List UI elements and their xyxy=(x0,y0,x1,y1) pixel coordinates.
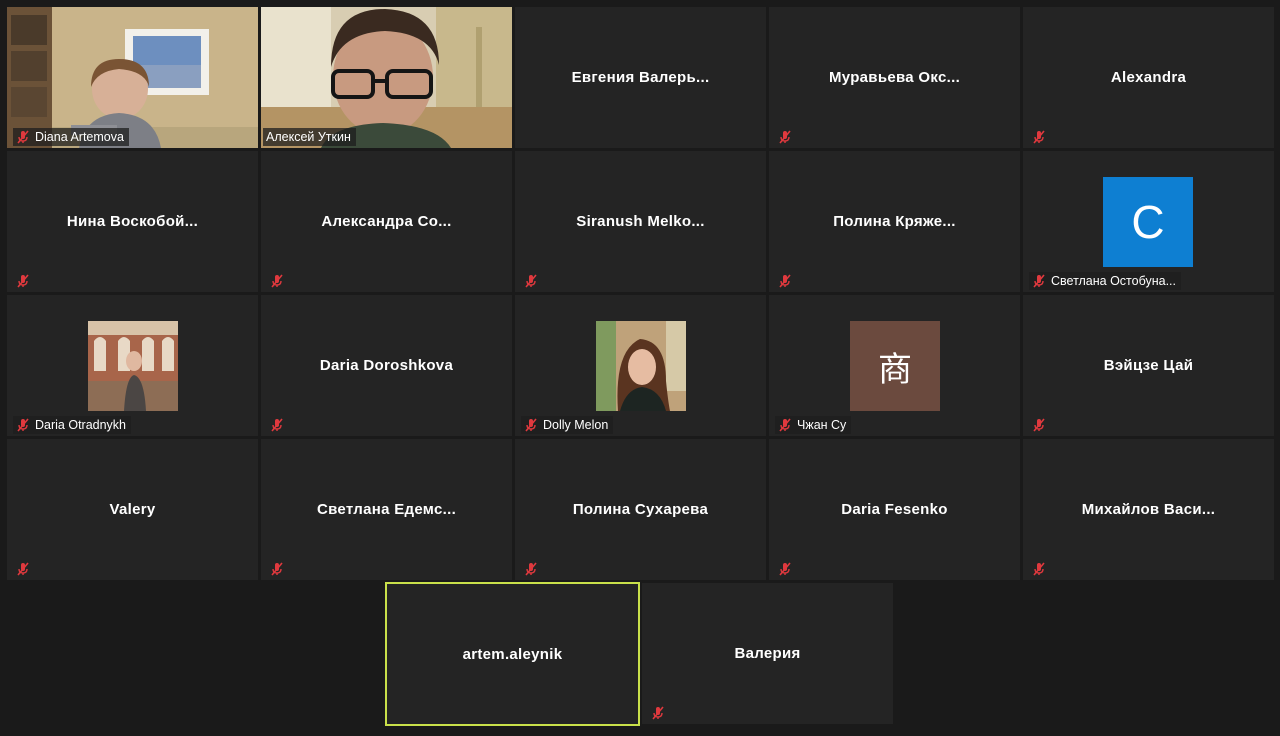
participant-avatar: 商 xyxy=(850,321,940,411)
participant-video xyxy=(7,7,258,148)
microphone-muted-icon xyxy=(17,418,29,432)
avatar-letter: 商 xyxy=(878,349,912,390)
participant-tile[interactable]: Siranush Melko... xyxy=(515,151,766,292)
participant-name: Светлана Остобуна... xyxy=(1051,274,1177,288)
participant-tile-video[interactable]: Diana Artemova xyxy=(7,7,258,148)
participant-name: Dolly Melon xyxy=(543,418,609,432)
participant-name-label: Daria Otradnykh xyxy=(13,416,132,434)
participant-name: Daria Fesenko xyxy=(841,501,948,518)
participant-tile[interactable]: Dolly Melon xyxy=(515,295,766,436)
participant-tile[interactable]: Daria Otradnykh xyxy=(7,295,258,436)
participant-name: Валерия xyxy=(734,645,801,662)
microphone-muted-icon xyxy=(652,706,664,720)
participant-name: Diana Artemova xyxy=(35,130,124,144)
participant-name: Valery xyxy=(109,501,156,518)
participant-avatar: C xyxy=(1103,177,1193,267)
participant-name: Нина Воскобой... xyxy=(66,213,199,230)
participant-name-label: Алексей Уткин xyxy=(263,128,356,146)
participant-tile[interactable]: Валерия xyxy=(642,583,893,724)
participant-tile[interactable]: 商 Чжан Су xyxy=(769,295,1020,436)
participant-tile[interactable]: Daria Fesenko xyxy=(769,439,1020,580)
participant-name: Евгения Валерь... xyxy=(571,69,710,86)
microphone-muted-icon xyxy=(1033,274,1045,288)
participant-name: Светлана Едемс... xyxy=(316,501,457,518)
participant-tile[interactable]: Daria Doroshkova xyxy=(261,295,512,436)
participant-name: Полина Кряже... xyxy=(833,213,956,230)
participant-tile[interactable]: Полина Кряже... xyxy=(769,151,1020,292)
participant-name: Чжан Су xyxy=(797,418,847,432)
participant-tile[interactable]: Вэйцзе Цай xyxy=(1023,295,1274,436)
participant-name: Alexandra xyxy=(1110,69,1187,86)
avatar-letter: C xyxy=(1131,196,1165,248)
participant-name: Вэйцзе Цай xyxy=(1103,357,1194,374)
gallery-view: Diana Artemova Алексей Уткин Евгения Вал… xyxy=(0,0,1280,736)
microphone-muted-icon xyxy=(525,418,537,432)
participant-name: Siranush Melko... xyxy=(576,213,705,230)
microphone-muted-icon xyxy=(779,418,791,432)
microphone-muted-icon xyxy=(525,562,537,576)
microphone-muted-icon xyxy=(271,562,283,576)
participant-name: Полина Сухарева xyxy=(572,501,709,518)
microphone-muted-icon xyxy=(1033,130,1045,144)
participant-tile[interactable]: C Светлана Остобуна... xyxy=(1023,151,1274,292)
participant-tile[interactable]: Полина Сухарева xyxy=(515,439,766,580)
microphone-muted-icon xyxy=(17,274,29,288)
participant-profile-photo xyxy=(88,321,178,411)
microphone-muted-icon xyxy=(779,274,791,288)
participant-tile[interactable]: Муравьева Окс... xyxy=(769,7,1020,148)
microphone-muted-icon xyxy=(779,130,791,144)
participant-name: Александра Со... xyxy=(321,213,452,230)
participant-tile[interactable]: Нина Воскобой... xyxy=(7,151,258,292)
participant-name: Daria Otradnykh xyxy=(35,418,127,432)
microphone-muted-icon xyxy=(1033,418,1045,432)
microphone-muted-icon xyxy=(271,274,283,288)
participant-tile[interactable]: Valery xyxy=(7,439,258,580)
microphone-muted-icon xyxy=(271,418,283,432)
participant-name-label: Diana Artemova xyxy=(13,128,129,146)
microphone-muted-icon xyxy=(17,130,29,144)
microphone-muted-icon xyxy=(1033,562,1045,576)
participant-tile[interactable]: Alexandra xyxy=(1023,7,1274,148)
participant-tile[interactable]: Александра Со... xyxy=(261,151,512,292)
participant-tile[interactable]: Евгения Валерь... xyxy=(515,7,766,148)
microphone-muted-icon xyxy=(779,562,791,576)
participant-tile-active-speaker[interactable]: artem.aleynik xyxy=(385,582,640,726)
participant-tile[interactable]: Михайлов Васи... xyxy=(1023,439,1274,580)
participant-name: Михайлов Васи... xyxy=(1081,501,1216,518)
participant-tile[interactable]: Светлана Едемс... xyxy=(261,439,512,580)
participant-name: Муравьева Окс... xyxy=(828,69,961,86)
microphone-muted-icon xyxy=(17,562,29,576)
participant-name-label: Dolly Melon xyxy=(521,416,614,434)
participant-name: Алексей Уткин xyxy=(266,130,351,144)
participant-video xyxy=(261,7,512,148)
participant-tile-video[interactable]: Алексей Уткин xyxy=(261,7,512,148)
participant-profile-photo xyxy=(596,321,686,411)
participant-name: Daria Doroshkova xyxy=(319,357,454,374)
participant-name-label: Чжан Су xyxy=(775,416,852,434)
participant-name: artem.aleynik xyxy=(462,646,563,663)
microphone-muted-icon xyxy=(525,274,537,288)
participant-name-label: Светлана Остобуна... xyxy=(1029,272,1182,290)
